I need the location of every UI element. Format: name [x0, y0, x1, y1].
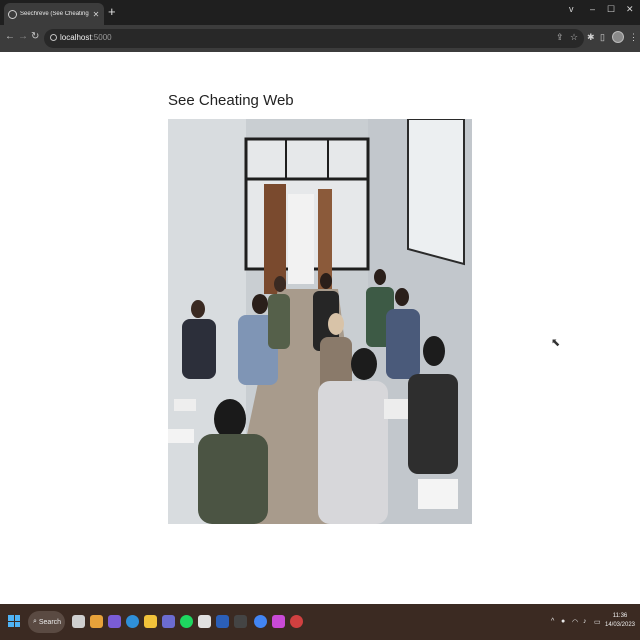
- forward-arrow-icon[interactable]: →: [18, 31, 28, 43]
- back-arrow-icon[interactable]: ←: [5, 31, 15, 43]
- clock-date: 14/03/2023: [604, 622, 636, 628]
- close-tab-icon[interactable]: ✕: [92, 10, 100, 19]
- taskbar-search-button[interactable]: ⌕ Search: [28, 611, 65, 633]
- chrome-icon[interactable]: [254, 615, 267, 628]
- globe-icon: [8, 9, 17, 19]
- weather-widget-icon[interactable]: [90, 615, 103, 628]
- page-content: See Cheating Web ⬉: [0, 52, 640, 604]
- menu-kebab-icon[interactable]: ⋮: [629, 32, 638, 43]
- notepad-icon[interactable]: [198, 615, 211, 628]
- battery-icon[interactable]: ▭: [594, 618, 601, 626]
- maximize-button[interactable]: ☐: [607, 4, 615, 15]
- windows-start-icon[interactable]: [8, 615, 20, 627]
- address-bar[interactable]: localhost:5000 ⇪ ☆: [44, 29, 584, 48]
- minimize-button[interactable]: –: [590, 4, 595, 14]
- taskbar-clock[interactable]: 11:36 14/03/2023: [604, 612, 636, 630]
- reload-icon[interactable]: ↻: [31, 31, 39, 43]
- browser-tab[interactable]: Seechreve (See Cheating Web) ✕: [4, 3, 104, 25]
- chat-app-icon[interactable]: [108, 615, 121, 628]
- side-panel-icon[interactable]: ▯: [600, 32, 605, 43]
- tab-search-icon[interactable]: v: [569, 4, 574, 14]
- word-icon[interactable]: [216, 615, 229, 628]
- tab-title: Seechreve (See Cheating Web): [20, 11, 90, 17]
- new-tab-button[interactable]: +: [108, 5, 116, 19]
- close-window-button[interactable]: ✕: [626, 4, 634, 15]
- app-diamond-icon[interactable]: [272, 615, 285, 628]
- spotify-icon[interactable]: [180, 615, 193, 628]
- store-app-icon[interactable]: [162, 615, 175, 628]
- url-text: localhost:5000: [60, 33, 112, 42]
- classroom-camera-image: [168, 119, 472, 524]
- page-title: See Cheating Web: [168, 92, 294, 109]
- wifi-icon[interactable]: ◠: [572, 618, 578, 626]
- bookmark-star-icon[interactable]: ☆: [570, 32, 578, 43]
- clock-time: 11:36: [612, 613, 628, 619]
- task-view-icon[interactable]: [72, 615, 85, 628]
- windows-taskbar: ⌕ Search ^ ● ◠ ♪ ▭ 11:36 14/03/2023: [0, 604, 640, 640]
- extensions-icon[interactable]: ✱: [587, 32, 595, 43]
- browser-tab-strip: Seechreve (See Cheating Web) ✕ + v – ☐ ✕: [0, 0, 640, 25]
- edge-browser-icon[interactable]: [126, 615, 139, 628]
- tray-app-icon[interactable]: ●: [561, 618, 565, 625]
- volume-icon[interactable]: ♪: [583, 618, 587, 625]
- app-red-icon[interactable]: [290, 615, 303, 628]
- terminal-icon[interactable]: [234, 615, 247, 628]
- share-icon[interactable]: ⇪: [556, 32, 564, 43]
- file-explorer-icon[interactable]: [144, 615, 157, 628]
- tray-chevron-icon[interactable]: ^: [551, 618, 554, 625]
- mouse-cursor: ⬉: [551, 337, 561, 349]
- browser-toolbar: ← → ↻ localhost:5000 ⇪ ☆ ✱ ▯ ⋮: [0, 25, 640, 52]
- info-icon[interactable]: [50, 34, 57, 41]
- profile-avatar[interactable]: [612, 31, 624, 43]
